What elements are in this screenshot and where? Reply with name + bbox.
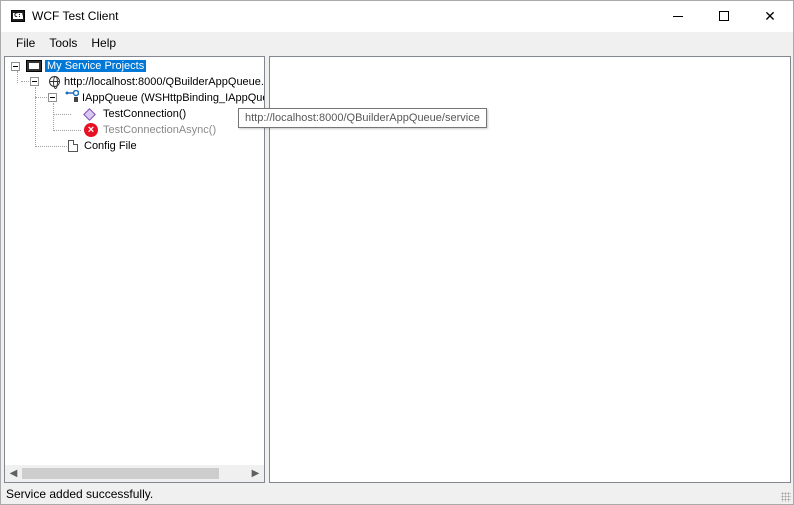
tree-node-label: TestConnectionAsync() — [103, 124, 217, 136]
app-window: C:\ WCF Test Client ✕ File Tools Help My… — [0, 0, 794, 505]
maximize-button[interactable] — [701, 1, 747, 31]
collapse-toggle[interactable] — [48, 93, 57, 102]
tree-node-label: Config File — [84, 140, 137, 152]
tree-node-label: TestConnection() — [103, 108, 187, 120]
tree-line — [35, 146, 67, 147]
scroll-left-icon[interactable]: ◀ — [5, 465, 22, 482]
tree-line — [53, 130, 81, 131]
tree-node-label: http://localhost:8000/QBuilderAppQueue. — [64, 76, 264, 88]
tooltip: http://localhost:8000/QBuilderAppQueue/s… — [238, 108, 487, 128]
scroll-right-icon[interactable]: ▶ — [247, 465, 264, 482]
horizontal-scrollbar[interactable]: ◀ ▶ — [5, 465, 264, 482]
tree-node-label: My Service Projects — [45, 60, 147, 72]
tree-line — [35, 87, 36, 147]
minimize-button[interactable] — [655, 1, 701, 31]
tree-line — [53, 103, 54, 131]
tree-node-config[interactable]: Config File — [84, 138, 137, 154]
status-text: Service added successfully. — [6, 487, 154, 501]
collapse-toggle[interactable] — [30, 77, 39, 86]
tree-line — [35, 97, 47, 98]
service-tree-panel: My Service Projects http://localhost:800… — [4, 56, 265, 483]
tree-line — [53, 114, 71, 115]
method-icon — [83, 108, 96, 121]
tree-line — [17, 71, 18, 83]
status-bar: Service added successfully. — [1, 485, 793, 504]
tree-node-method[interactable]: TestConnection() — [103, 106, 186, 122]
app-icon: C:\ — [11, 10, 25, 22]
tree-node-method-disabled[interactable]: TestConnectionAsync() — [103, 122, 216, 138]
file-icon — [68, 140, 78, 152]
menu-tools[interactable]: Tools — [42, 32, 84, 54]
resize-grip-icon[interactable] — [781, 492, 791, 502]
tree-node-endpoint[interactable]: http://localhost:8000/QBuilderAppQueue. — [64, 74, 264, 90]
close-icon: ✕ — [764, 7, 776, 24]
service-tree[interactable]: My Service Projects http://localhost:800… — [5, 57, 264, 465]
scrollbar-thumb[interactable] — [22, 468, 219, 479]
contract-icon — [65, 90, 79, 102]
minimize-icon — [673, 15, 683, 17]
tree-node-root[interactable]: My Service Projects — [45, 58, 147, 74]
close-button[interactable]: ✕ — [747, 1, 793, 31]
globe-icon — [49, 76, 60, 89]
window-title: WCF Test Client — [32, 9, 119, 23]
menu-file[interactable]: File — [1, 32, 42, 54]
menu-help[interactable]: Help — [84, 32, 123, 54]
menu-bar: File Tools Help — [1, 32, 793, 54]
collapse-toggle[interactable] — [11, 62, 20, 71]
tree-node-contract[interactable]: IAppQueue (WSHttpBinding_IAppQue — [82, 90, 265, 106]
maximize-icon — [719, 11, 729, 21]
title-bar: C:\ WCF Test Client ✕ — [1, 1, 793, 32]
tree-node-label: IAppQueue (WSHttpBinding_IAppQue — [82, 92, 265, 104]
error-icon: × — [84, 123, 98, 137]
project-icon — [26, 60, 42, 72]
